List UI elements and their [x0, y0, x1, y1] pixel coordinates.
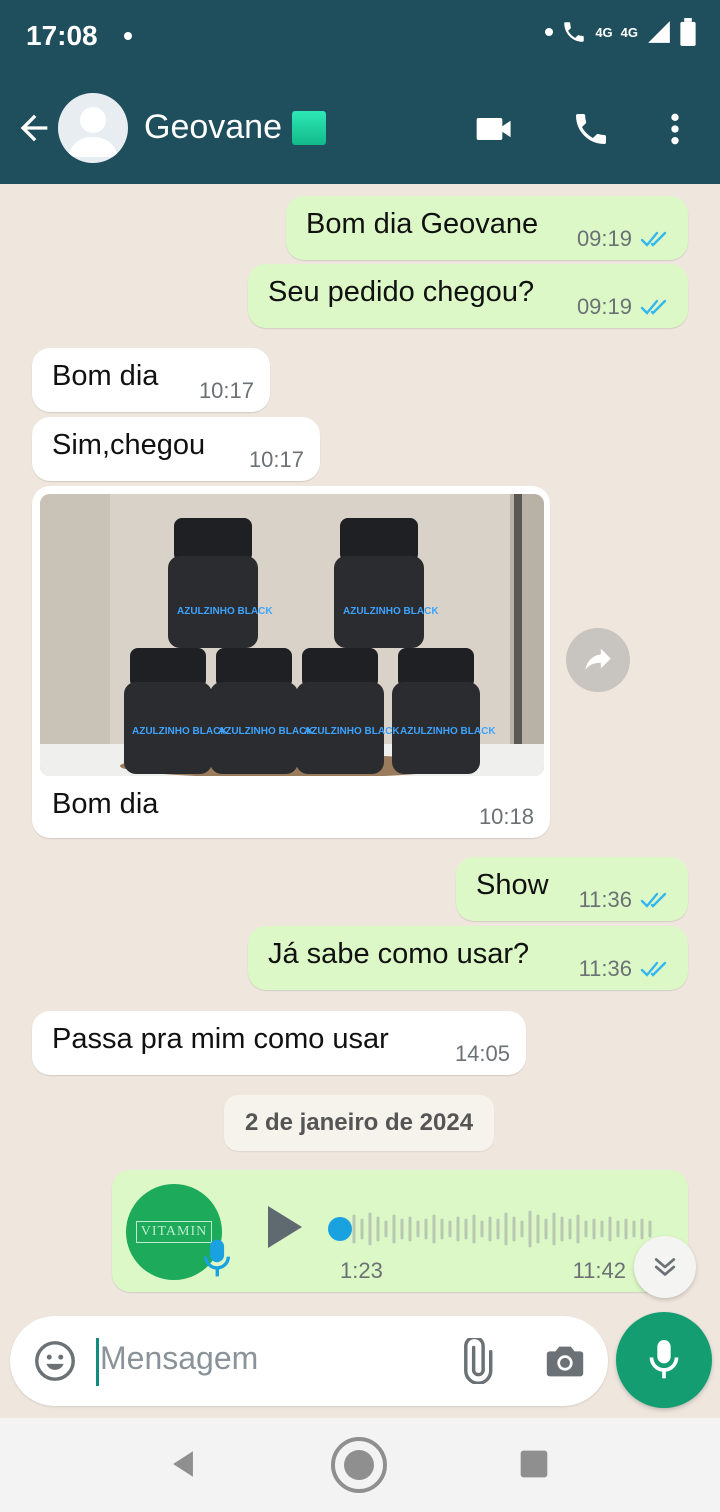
message-text: Passa pra mim como usar — [52, 1023, 389, 1055]
message-composer[interactable]: Mensagem — [10, 1316, 608, 1406]
message-time: 11:42 — [572, 1258, 626, 1283]
nav-back-icon[interactable] — [166, 1446, 200, 1482]
message-input[interactable]: Mensagem — [100, 1340, 258, 1377]
system-nav-bar — [0, 1418, 720, 1512]
message-time: 10:17 — [198, 378, 254, 403]
message-time: 09:19 — [576, 226, 632, 251]
playback-progress-thumb — [328, 1217, 352, 1241]
network-type-1: 4G — [595, 24, 613, 40]
double-chevron-down-icon — [654, 1258, 676, 1276]
text-caret — [96, 1338, 99, 1386]
message-text: Bom dia — [52, 360, 159, 392]
emoji-icon[interactable] — [32, 1338, 78, 1384]
message-bubble-outgoing[interactable]: Seu pedido chegou? 09:19 — [248, 264, 688, 328]
microphone-icon — [649, 1340, 679, 1379]
double-check-icon — [640, 961, 667, 977]
notification-dot — [124, 32, 132, 40]
message-list[interactable]: Bom dia Geovane 09:19 Seu pedido chegou?… — [0, 184, 720, 1312]
image-message-incoming[interactable]: AZULZINHO BLACK AZULZINHO BLACK AZULZINH… — [32, 486, 550, 838]
green-square-emoji — [292, 110, 326, 145]
scroll-down-button[interactable] — [634, 1236, 696, 1298]
message-bubble-outgoing[interactable]: Bom dia Geovane 09:19 — [286, 196, 688, 260]
message-text: Seu pedido chegou? — [268, 276, 535, 308]
message-bubble-incoming[interactable]: Sim,chegou 10:17 — [32, 417, 320, 481]
message-time: 11:36 — [578, 956, 632, 981]
double-check-icon — [640, 299, 667, 315]
wifi-call-icon — [564, 22, 585, 42]
more-vert-icon[interactable] — [652, 106, 698, 152]
play-icon[interactable] — [262, 1202, 306, 1252]
video-camera-icon[interactable] — [472, 106, 518, 152]
message-meta: 14:05 — [455, 1041, 510, 1067]
chat-header: Geovane — [0, 78, 720, 184]
camera-icon[interactable] — [542, 1338, 588, 1384]
voice-duration: 1:23 — [340, 1258, 383, 1283]
jar-label: AZULZINHO BLACK — [132, 726, 228, 737]
jar-label: AZULZINHO BLACK — [400, 726, 496, 737]
jar-label: AZULZINHO BLACK — [304, 726, 400, 737]
message-bubble-incoming[interactable]: Passa pra mim como usar 14:05 — [32, 1011, 526, 1075]
nav-home-icon[interactable] — [330, 1436, 388, 1494]
record-voice-button[interactable] — [616, 1312, 712, 1408]
avatar[interactable] — [58, 93, 128, 163]
battery-icon — [680, 18, 696, 46]
status-time: 17:08 — [26, 20, 98, 51]
message-time: 11:36 — [578, 887, 632, 912]
product-jars-image: AZULZINHO BLACK AZULZINHO BLACK AZULZINH… — [40, 494, 544, 776]
message-text: Já sabe como usar? — [268, 938, 530, 970]
date-separator: 2 de janeiro de 2024 — [224, 1095, 494, 1151]
arrow-left-icon[interactable] — [14, 108, 54, 148]
image-caption: Bom dia — [52, 788, 159, 820]
contact-name[interactable]: Geovane — [144, 108, 326, 147]
message-text: Show — [476, 869, 549, 901]
message-time: 10:17 — [248, 447, 304, 472]
nav-recents-icon[interactable] — [518, 1448, 550, 1480]
forward-icon[interactable] — [566, 628, 630, 692]
message-bubble-outgoing[interactable]: Já sabe como usar? 11:36 — [248, 926, 688, 990]
message-time: 09:19 — [576, 294, 632, 319]
jar-label: AZULZINHO BLACK — [343, 606, 439, 617]
attach-icon[interactable] — [452, 1338, 498, 1384]
network-type-2: 4G — [620, 24, 638, 40]
double-check-icon — [640, 231, 667, 247]
message-meta: 11:36 — [579, 887, 672, 913]
message-meta: 11:36 — [579, 956, 672, 982]
signal-icon — [648, 21, 670, 43]
message-bubble-outgoing[interactable]: Show 11:36 — [456, 857, 688, 921]
phone-icon[interactable] — [568, 106, 614, 152]
jar-label: AZULZINHO BLACK — [177, 606, 273, 617]
microphone-badge-icon — [203, 1239, 231, 1277]
double-check-icon — [640, 892, 667, 908]
message-time: 10:18 — [478, 804, 534, 829]
message-meta: 10:17 — [249, 447, 304, 473]
product-photo[interactable]: AZULZINHO BLACK AZULZINHO BLACK AZULZINH… — [40, 494, 544, 776]
message-meta: 10:18 — [479, 804, 534, 830]
notification-dot-right — [545, 28, 554, 36]
message-meta: 10:17 — [199, 378, 254, 404]
message-time: 14:05 — [454, 1041, 510, 1066]
status-bar: 17:08 4G 4G — [0, 0, 720, 78]
message-bubble-incoming[interactable]: Bom dia 10:17 — [32, 348, 270, 412]
status-icons: 4G 4G — [545, 18, 696, 46]
message-text: Bom dia Geovane — [306, 208, 539, 240]
message-text: Sim,chegou — [52, 429, 206, 461]
voice-waveform[interactable] — [326, 1204, 666, 1254]
jar-label: AZULZINHO BLACK — [218, 726, 314, 737]
message-meta: 09:19 — [577, 294, 672, 320]
contact-name-text: Geovane — [144, 108, 282, 146]
voice-message-outgoing[interactable]: VITAMIN 1:23 11:42 — [112, 1170, 688, 1292]
message-meta: 09:19 — [577, 226, 672, 252]
